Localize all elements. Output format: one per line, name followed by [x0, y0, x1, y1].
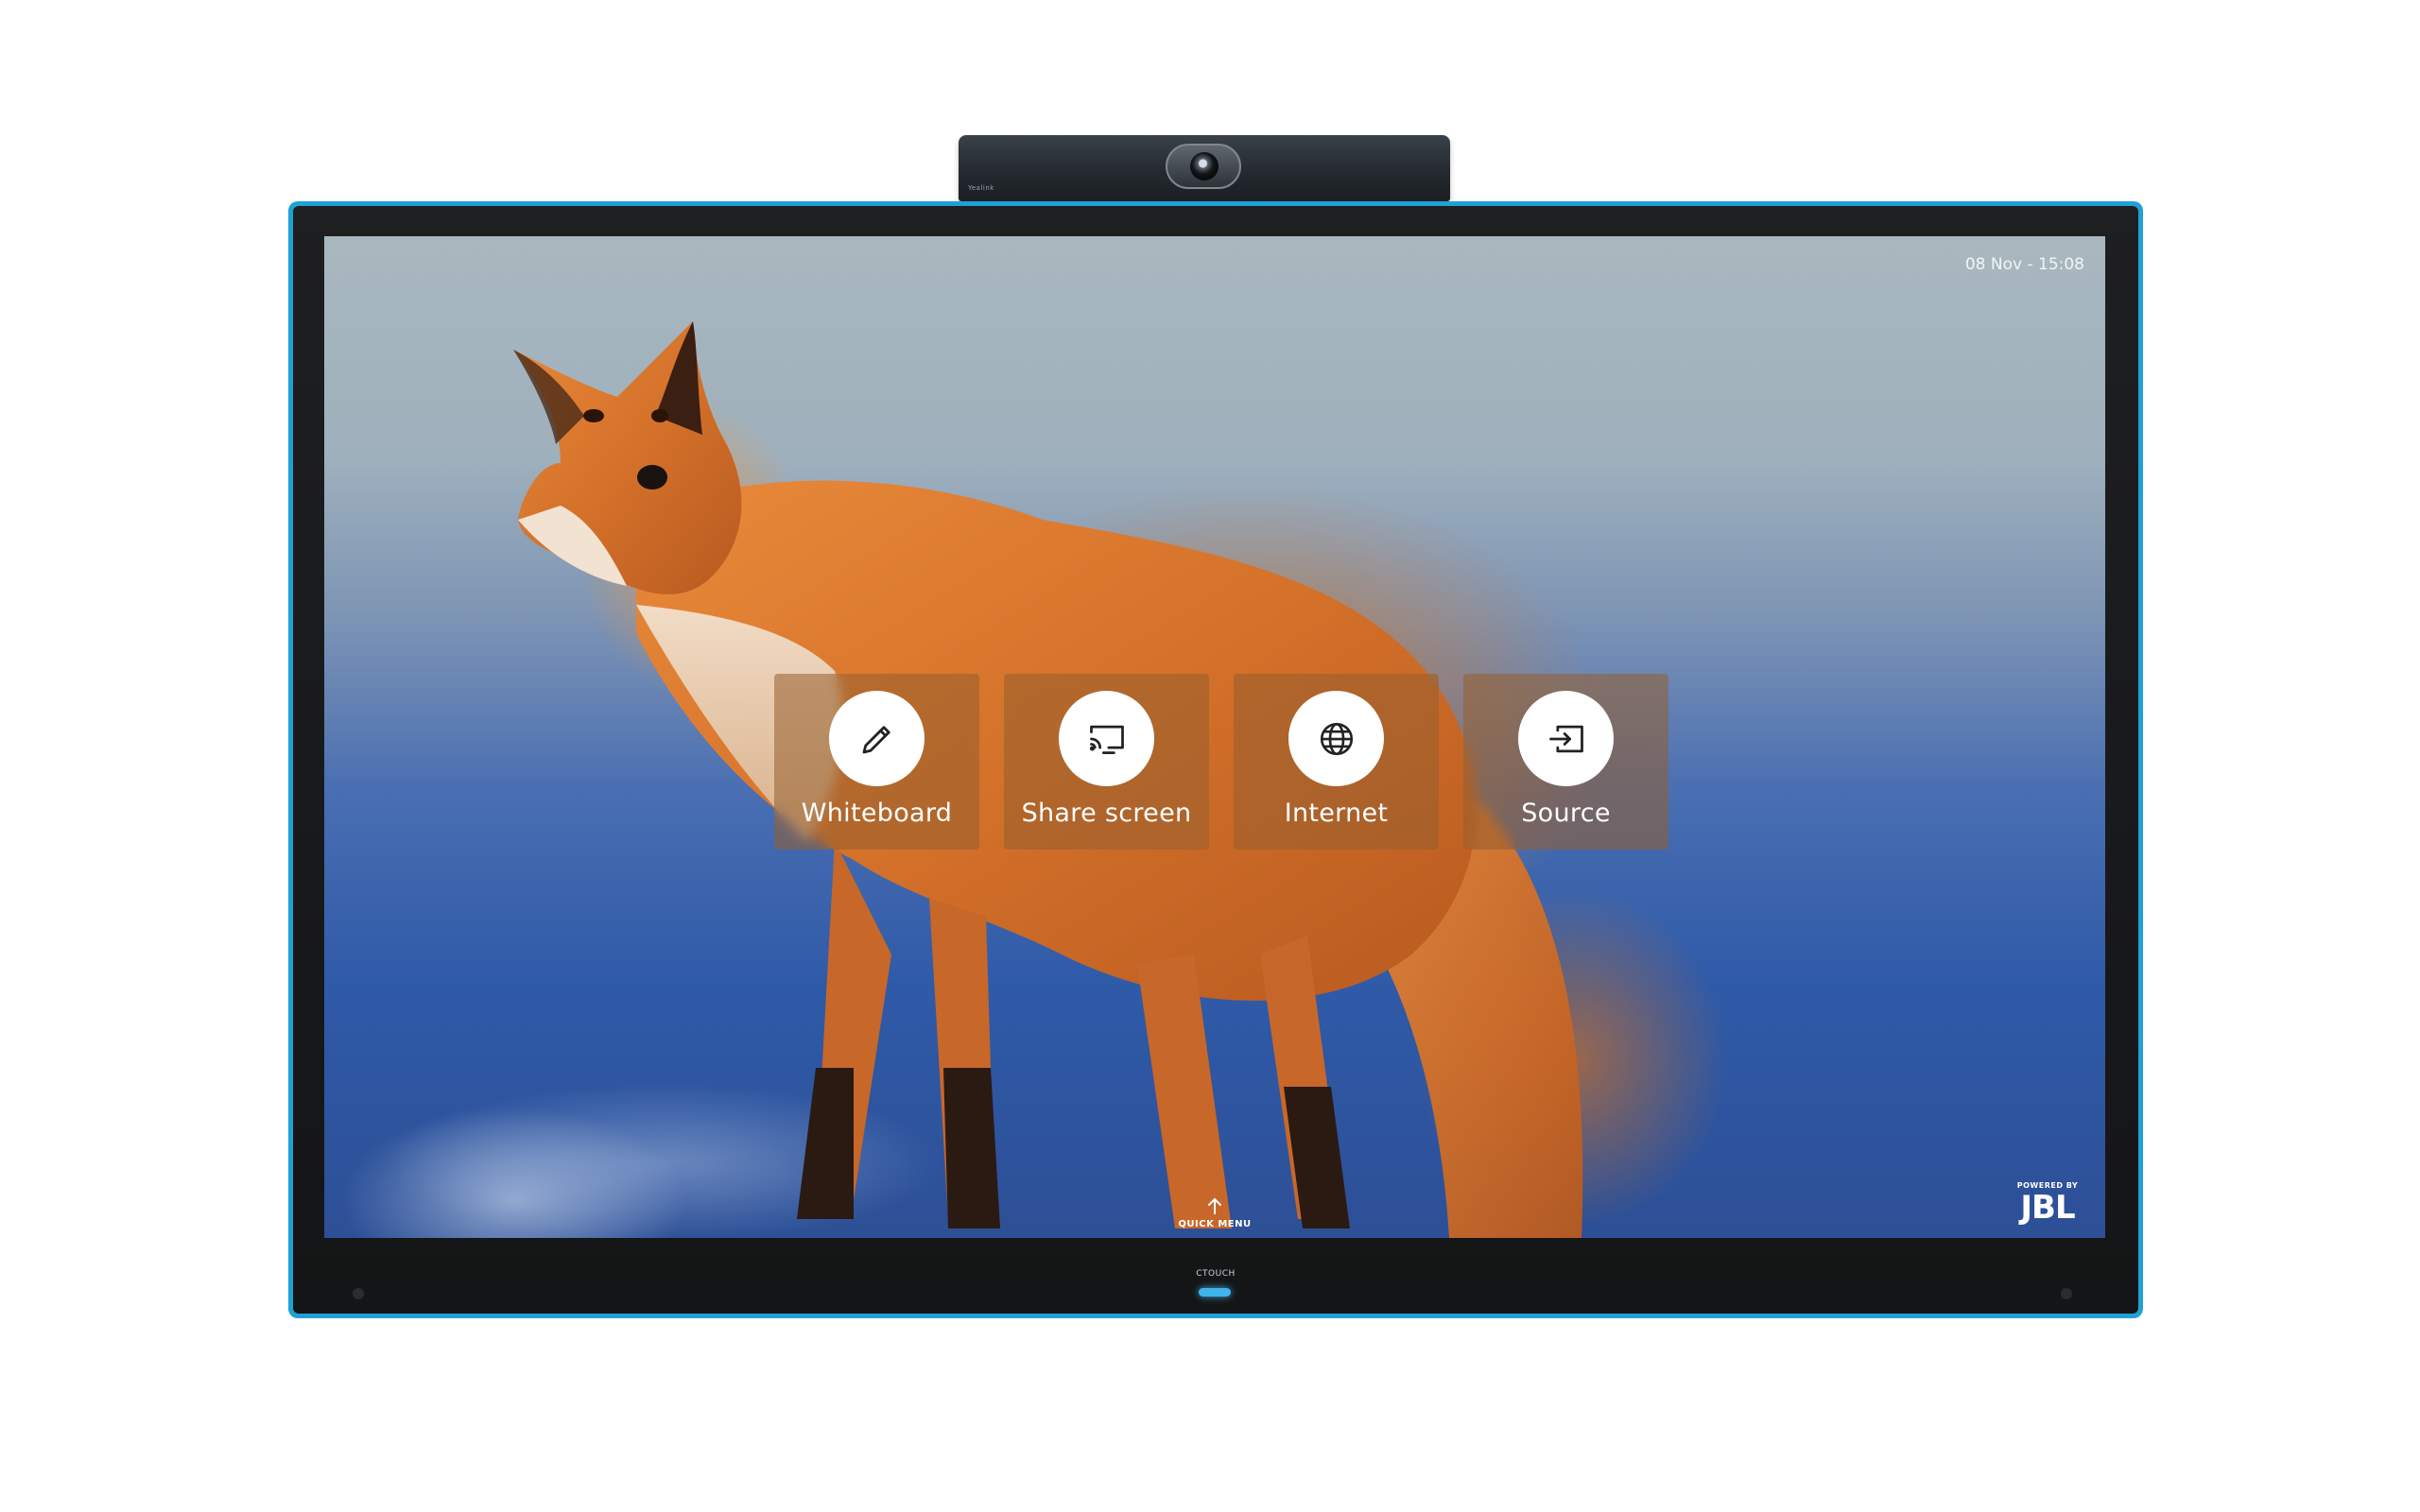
whiteboard-label: Whiteboard [801, 799, 953, 828]
pencil-icon [862, 725, 890, 753]
share-screen-label: Share screen [1021, 799, 1192, 828]
right-sensor-dot [2061, 1288, 2072, 1299]
input-source-icon [1548, 725, 1583, 752]
power-led-indicator [1199, 1288, 1231, 1297]
app-launcher: Whiteboard Share screen Internet Source [774, 674, 1668, 850]
camera-brand: Yealink [968, 184, 994, 192]
internet-label: Internet [1284, 799, 1389, 828]
source-label: Source [1521, 799, 1611, 828]
camera-lens-icon [1190, 152, 1219, 180]
arrow-up-icon [1208, 1198, 1221, 1214]
datetime-label: 08 Nov - 15:08 [1964, 255, 2084, 274]
share-screen-icon-circle [1059, 691, 1154, 786]
jbl-logo: JBL [2020, 1189, 2075, 1227]
quick-menu-label: QUICK MENU [1178, 1219, 1252, 1229]
share-screen-tile[interactable]: Share screen [1004, 674, 1209, 850]
display-monitor: 08 Nov - 15:08 Whiteboard Share screen I… [288, 201, 2143, 1318]
video-bar-camera: Yealink [959, 135, 1450, 201]
globe-icon [1320, 722, 1353, 755]
cast-screen-icon [1089, 725, 1124, 754]
source-tile[interactable]: Source [1463, 674, 1668, 850]
whiteboard-tile[interactable]: Whiteboard [774, 674, 979, 850]
internet-tile[interactable]: Internet [1234, 674, 1439, 850]
jbl-badge: POWERED BY JBL [2014, 1181, 2081, 1226]
left-sensor-dot [353, 1288, 364, 1299]
source-icon-circle [1518, 691, 1614, 786]
camera-lens-housing [1166, 144, 1241, 189]
quick-menu-button[interactable]: QUICK MENU [1167, 1196, 1262, 1229]
internet-icon-circle [1288, 691, 1384, 786]
whiteboard-icon-circle [829, 691, 925, 786]
monitor-brand-label: CTOUCH [1196, 1269, 1236, 1279]
room-display-scene: Yealink 08 Nov - 15:08 Whiteboard Share … [0, 0, 2420, 1512]
home-screen[interactable]: 08 Nov - 15:08 Whiteboard Share screen I… [324, 236, 2105, 1238]
